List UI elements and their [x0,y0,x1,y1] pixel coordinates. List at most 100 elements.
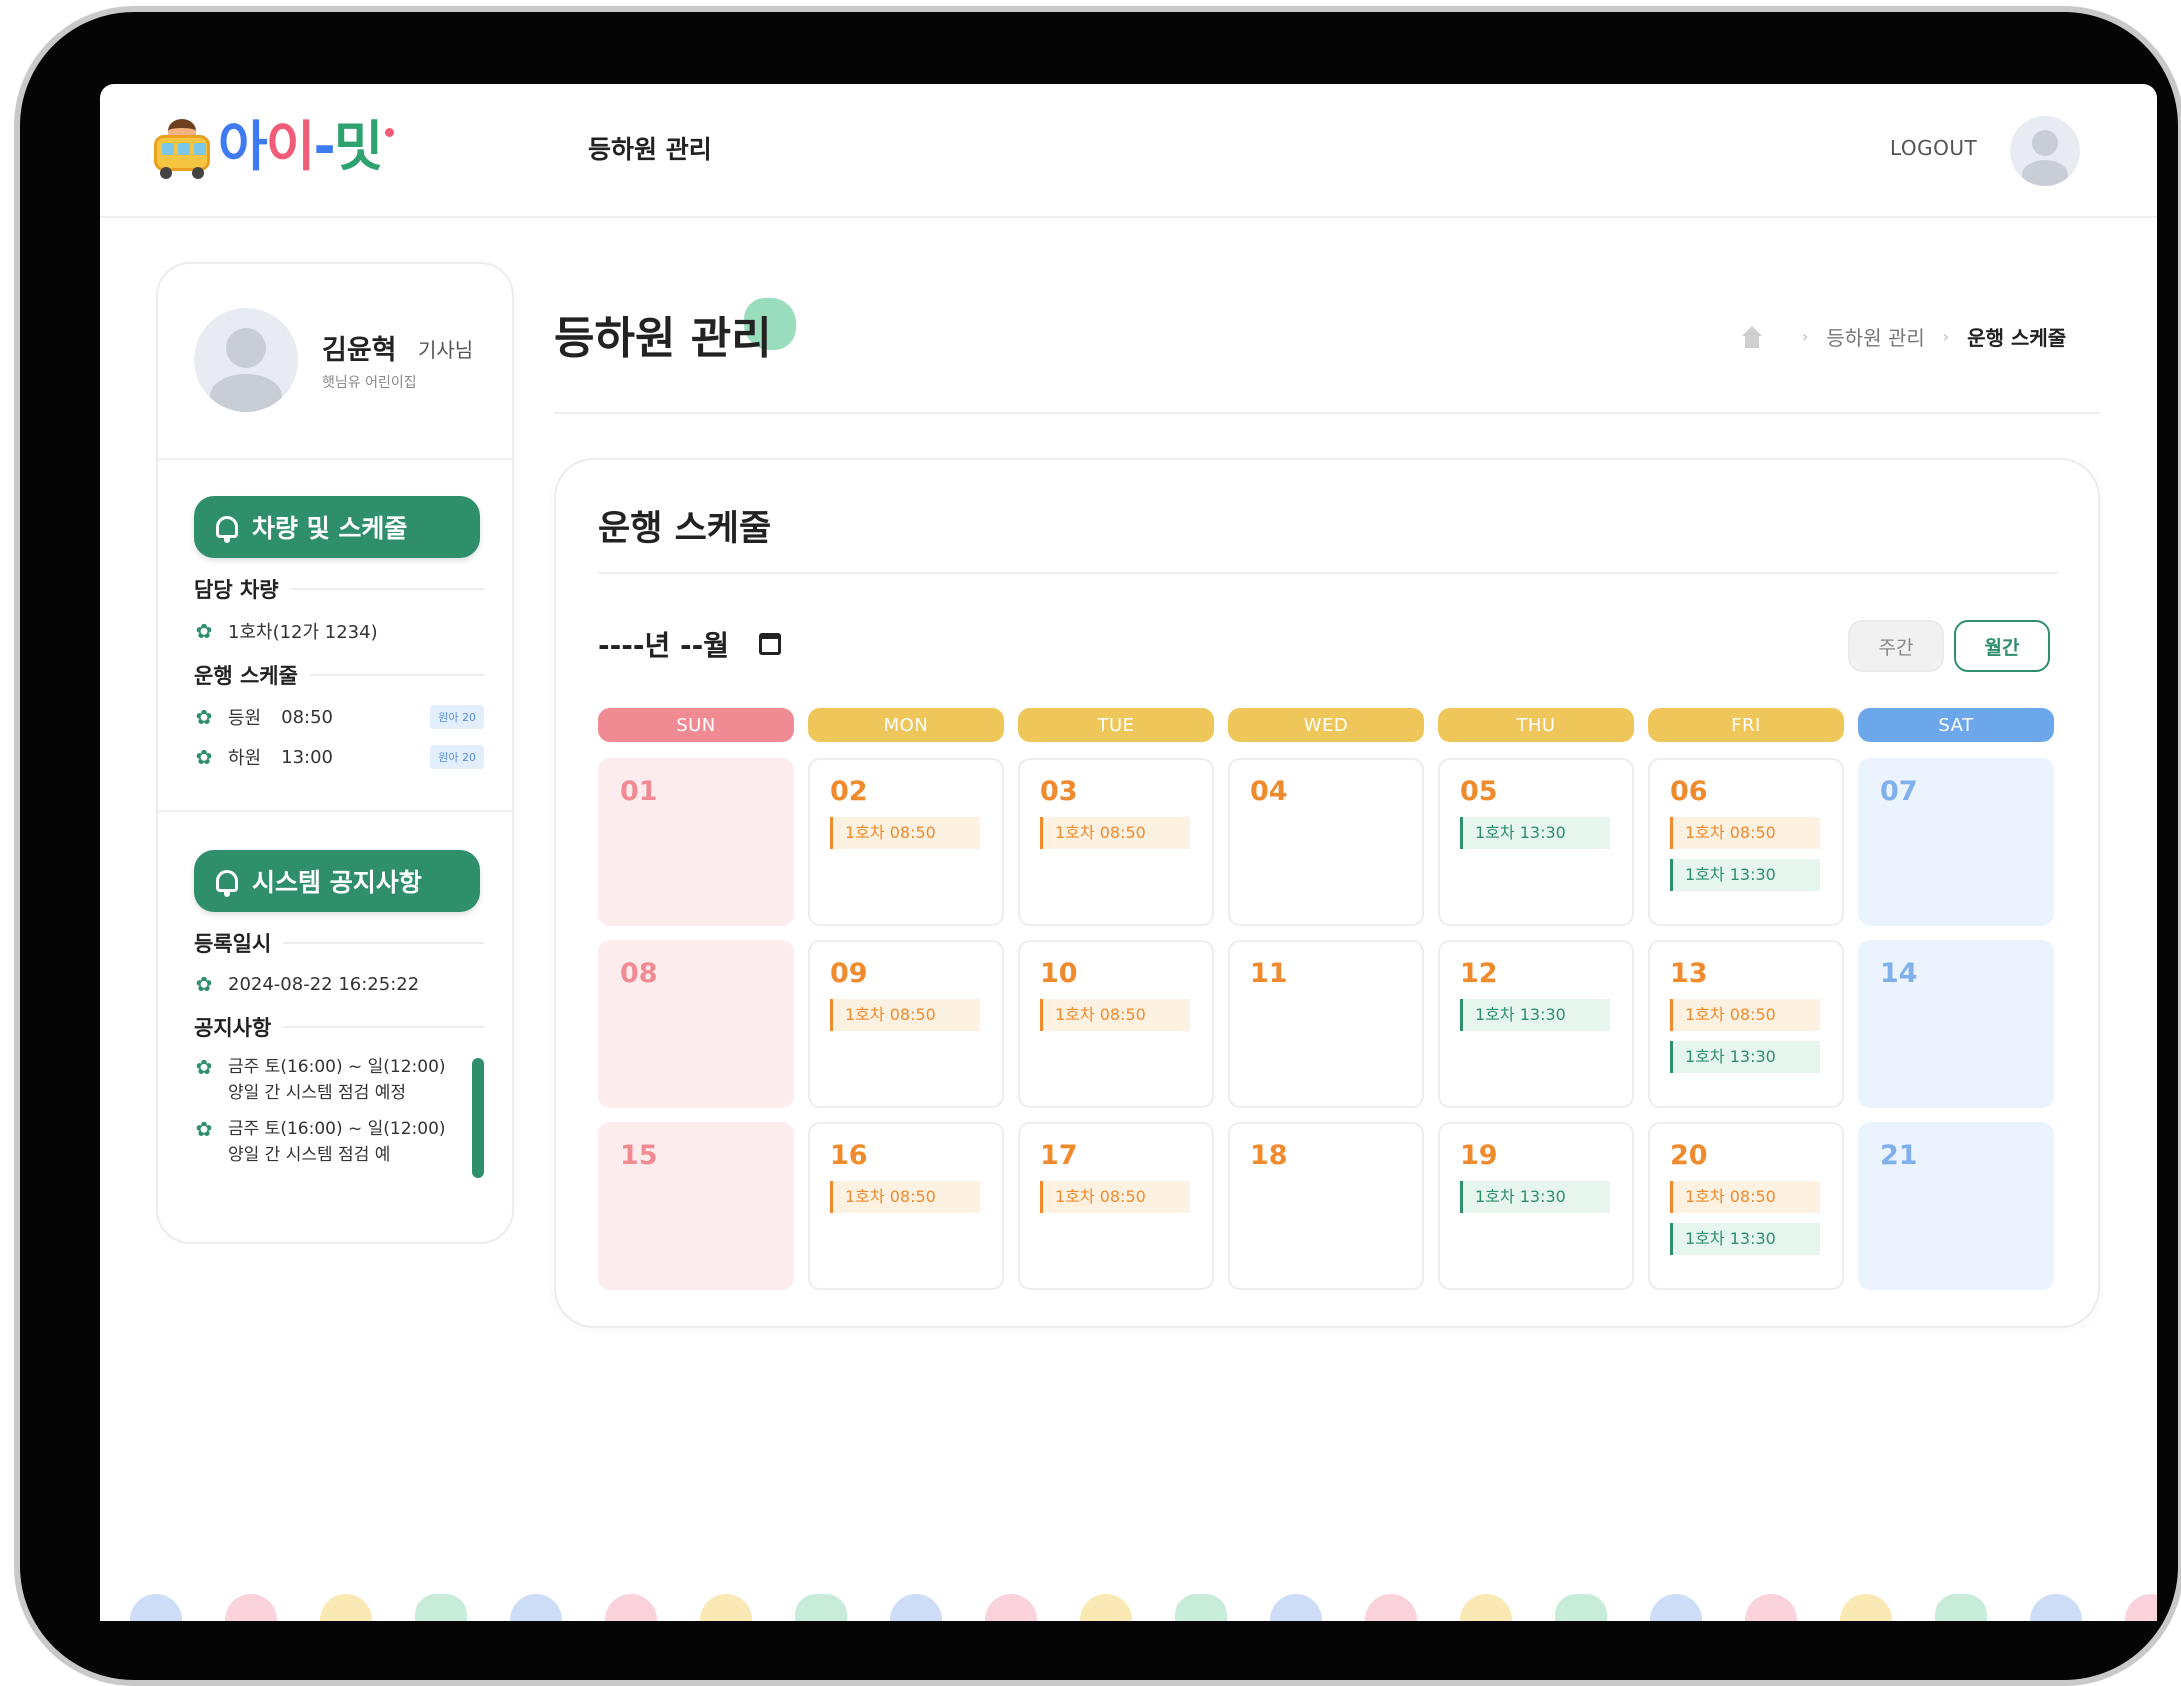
calendar-date: 12 [1460,958,1498,989]
system-notice-button[interactable]: 시스템 공지사항 [194,850,480,912]
calendar-day-cell[interactable]: 17 1호차 08:50 [1018,1122,1214,1290]
decoration-shape [320,1594,372,1621]
weekly-view-button[interactable]: 주간 [1848,620,1944,672]
calendar-day-cell[interactable]: 13 1호차 08:50 1호차 13:30 [1648,940,1844,1108]
profile-org: 햇님유 어린이집 [322,375,417,391]
vehicle-section: 차량 및 스케줄 담당 차량 ✿ 1호차(12가 1234) 운행 스케줄 ✿ … [194,496,484,770]
calendar-day-cell[interactable]: 02 1호차 08:50 [808,758,1004,926]
calendar-day-cell[interactable]: 18 [1228,1122,1424,1290]
weekday-tue: TUE [1018,708,1214,742]
calendar-date: 21 [1880,1140,1918,1171]
calendar-icon[interactable] [759,633,781,655]
schedule-card: 운행 스케줄 ----년 --월 주간 월간 SUN MON TUE WED THU FR… [554,458,2100,1328]
month-picker-value: ----년 --월 [598,629,729,662]
page-title: 등하원 관리 [554,313,772,364]
nav-title[interactable]: 등하원 관리 [588,130,712,166]
schedule-item: ✿ 등원 08:50 원아 20 [194,704,484,730]
calendar-day-cell[interactable]: 16 1호차 08:50 [808,1122,1004,1290]
decoration-shape [2125,1594,2157,1621]
bus-logo-icon [152,119,212,179]
month-picker[interactable]: ----년 --월 [598,624,781,664]
bell-icon [216,516,238,543]
event-pickup[interactable]: 1호차 13:30 [1670,1041,1820,1073]
vehicle-schedule-button[interactable]: 차량 및 스케줄 [194,496,480,558]
event-dropoff[interactable]: 1호차 08:50 [1040,817,1190,849]
schedule-title: 운행 스케줄 [598,509,772,549]
decoration-shape [1270,1594,1322,1621]
calendar-day-cell[interactable]: 08 [598,940,794,1108]
app-logo[interactable]: 아이-밋 [152,112,395,182]
event-dropoff[interactable]: 1호차 08:50 [830,1181,980,1213]
system-notice-button-label: 시스템 공지사항 [252,868,422,897]
event-pickup[interactable]: 1호차 13:30 [1460,817,1610,849]
decoration-shape [130,1594,182,1621]
notice-scrollbar[interactable] [472,1058,484,1178]
registered-heading: 등록일시 [194,928,484,958]
chevron-right-icon: › [1942,327,1950,346]
decoration-shape [225,1594,277,1621]
decoration-shape [795,1594,847,1621]
event-dropoff[interactable]: 1호차 08:50 [1040,999,1190,1031]
notice-section: 시스템 공지사항 등록일시 ✿ 2024-08-22 16:25:22 공지사항… [194,850,484,1182]
calendar-day-cell[interactable]: 03 1호차 08:50 [1018,758,1214,926]
calendar-day-cell[interactable]: 05 1호차 13:30 [1438,758,1634,926]
calendar-date: 15 [620,1140,658,1171]
event-dropoff[interactable]: 1호차 08:50 [1040,1181,1190,1213]
monthly-view-button[interactable]: 월간 [1954,620,2050,672]
calendar-day-cell[interactable]: 11 [1228,940,1424,1108]
calendar-date: 14 [1880,958,1918,989]
event-dropoff[interactable]: 1호차 08:50 [830,817,980,849]
chevron-right-icon: › [1802,327,1809,346]
calendar-date: 03 [1040,776,1078,807]
user-avatar[interactable] [2010,116,2080,186]
calendar-day-cell[interactable]: 19 1호차 13:30 [1438,1122,1634,1290]
calendar-date: 01 [620,776,658,807]
event-dropoff[interactable]: 1호차 08:50 [830,999,980,1031]
profile-role: 기사님 [418,338,474,362]
decoration-shape [1935,1594,1987,1621]
schedule-item: ✿ 하원 13:00 원아 20 [194,744,484,770]
event-dropoff[interactable]: 1호차 08:50 [1670,1181,1820,1213]
decoration-shape [1175,1594,1227,1621]
clover-icon: ✿ [195,1055,213,1079]
event-pickup[interactable]: 1호차 13:30 [1460,999,1610,1031]
breadcrumb-current: 운행 스케줄 [1967,326,2067,350]
calendar-day-cell[interactable]: 20 1호차 08:50 1호차 13:30 [1648,1122,1844,1290]
clover-icon: ✿ [195,619,213,643]
decoration-shape [700,1594,752,1621]
calendar-date: 08 [620,958,658,989]
calendar-day-cell[interactable]: 09 1호차 08:50 [808,940,1004,1108]
event-pickup[interactable]: 1호차 13:30 [1460,1181,1610,1213]
event-dropoff[interactable]: 1호차 08:50 [1670,999,1820,1031]
decoration-shape [1080,1594,1132,1621]
calendar-day-cell[interactable]: 07 [1858,758,2054,926]
calendar-day-cell[interactable]: 21 [1858,1122,2054,1290]
breadcrumb: › 등하원 관리 › 운행 스케줄 [1740,322,2066,351]
logo-wordmark: 아이-밋 [218,115,383,178]
home-icon[interactable] [1740,325,1764,348]
calendar-date: 19 [1460,1140,1498,1171]
notice-item: ✿ 금주 토(16:00) ~ 일(12:00) 양일 간 시스템 점검 예 [194,1116,462,1168]
event-pickup[interactable]: 1호차 13:30 [1670,859,1820,891]
logout-button[interactable]: LOGOUT [1890,136,1977,160]
calendar-day-cell[interactable]: 15 [598,1122,794,1290]
weekday-sat: SAT [1858,708,2054,742]
calendar-day-cell[interactable]: 01 [598,758,794,926]
breadcrumb-item[interactable]: 등하원 관리 [1826,322,1924,351]
calendar-day-cell[interactable]: 06 1호차 08:50 1호차 13:30 [1648,758,1844,926]
decoration-shape [1840,1594,1892,1621]
decoration-shape [1555,1594,1607,1621]
calendar-date: 05 [1460,776,1498,807]
calendar-day-cell[interactable]: 04 [1228,758,1424,926]
calendar-day-cell[interactable]: 10 1호차 08:50 [1018,940,1214,1108]
event-dropoff[interactable]: 1호차 08:50 [1670,817,1820,849]
profile-name: 김윤혁 [322,335,397,366]
tablet-frame: 아이-밋 등하원 관리 LOGOUT 김윤혁 기사님 햇님유 어린이집 차량 및… [14,6,2181,1686]
calendar-date: 16 [830,1140,868,1171]
notice-list[interactable]: ✿ 금주 토(16:00) ~ 일(12:00) 양일 간 시스템 점검 예정 … [194,1054,484,1182]
calendar-day-cell[interactable]: 12 1호차 13:30 [1438,940,1634,1108]
bottom-decoration [100,1594,2157,1621]
schedule-divider [598,572,2058,574]
calendar-day-cell[interactable]: 14 [1858,940,2054,1108]
event-pickup[interactable]: 1호차 13:30 [1670,1223,1820,1255]
